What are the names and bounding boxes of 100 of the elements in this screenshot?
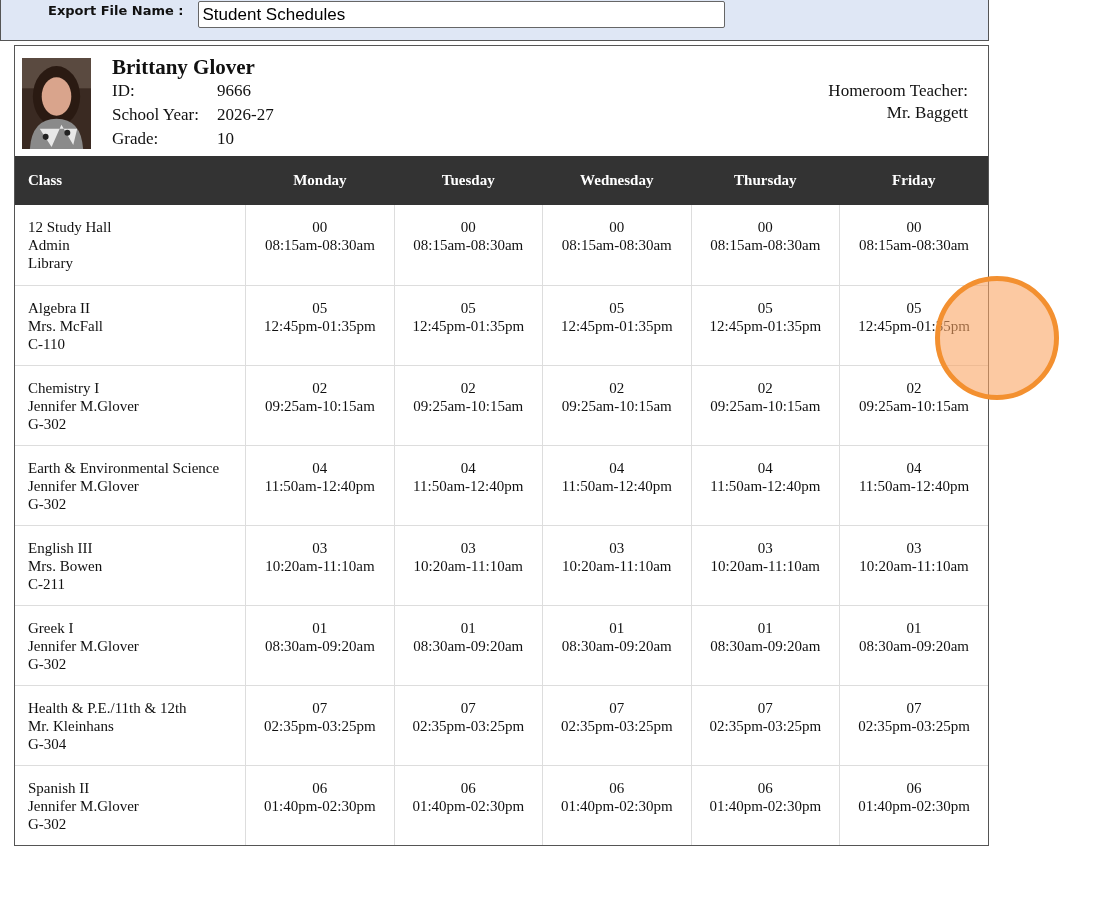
class-info: Algebra II	[28, 298, 92, 317]
period-time: 08:30am-09:20am	[709, 636, 822, 655]
homeroom-teacher: Mr. Baggett	[885, 102, 968, 124]
period-time: 02:35pm-03:25pm	[857, 716, 971, 735]
period-time: 09:25am-10:15am	[412, 396, 525, 415]
class-info: G-302	[28, 654, 68, 673]
period-number: 00	[608, 218, 626, 236]
period-number: 06	[459, 778, 477, 797]
period-time: 12:45pm-01:35pm	[708, 316, 823, 335]
period-number: 02	[905, 378, 923, 397]
export-file-name-field[interactable]: Student Schedules	[197, 1, 725, 28]
period-time: 09:25am-10:15am	[263, 396, 376, 415]
period-number: 03	[311, 538, 329, 557]
period-time: 01:40pm-02:30pm	[559, 796, 674, 815]
class-info: Mrs. Bowen	[28, 556, 104, 575]
period-number: 06	[608, 778, 626, 797]
period-number: 07	[608, 698, 626, 717]
column-header: Friday	[839, 156, 988, 205]
period-number: 07	[459, 698, 477, 717]
period-number: 04	[608, 458, 626, 477]
period-number: 06	[905, 778, 923, 797]
column-header: Wednesday	[542, 156, 692, 205]
period-time: 01:40pm-02:30pm	[411, 796, 526, 815]
column-header: Monday	[245, 156, 395, 205]
period-time: 08:15am-08:30am	[709, 236, 822, 254]
period-time: 01:40pm-02:30pm	[263, 796, 377, 815]
period-time: 08:15am-08:30am	[560, 236, 673, 254]
class-info: Mr. Kleinhans	[28, 716, 115, 735]
column-header: Thursday	[691, 156, 840, 205]
period-time: 09:25am-10:15am	[560, 396, 673, 415]
period-number: 05	[756, 298, 774, 317]
class-info: Library	[28, 254, 74, 272]
column-header: Class	[15, 156, 246, 205]
period-time: 02:35pm-03:25pm	[708, 716, 823, 735]
class-info: C-110	[28, 334, 66, 353]
period-number: 04	[756, 458, 774, 477]
period-time: 09:25am-10:15am	[709, 396, 822, 415]
period-time: 11:50am-12:40pm	[412, 476, 525, 495]
period-number: 05	[608, 298, 626, 317]
class-info: 12 Study Hall	[28, 218, 113, 236]
class-info: Chemistry I	[28, 378, 101, 397]
class-info: Mrs. McFall	[28, 316, 104, 335]
period-time: 02:35pm-03:25pm	[411, 716, 526, 735]
period-time: 08:30am-09:20am	[858, 636, 970, 655]
export-label: Export File Name :	[48, 2, 184, 18]
period-number: 03	[905, 538, 923, 557]
period-time: 08:15am-08:30am	[412, 236, 525, 254]
period-time: 08:30am-09:20am	[560, 636, 673, 655]
period-number: 05	[459, 298, 477, 317]
period-time: 08:15am-08:30am	[858, 236, 970, 254]
class-info: Jennifer M.Glover	[28, 476, 140, 495]
period-number: 00	[459, 218, 477, 236]
period-time: 08:15am-08:30am	[263, 236, 376, 254]
period-number: 00	[905, 218, 923, 236]
field-value: 9666	[217, 80, 251, 102]
period-number: 01	[608, 618, 626, 637]
period-time: 10:20am-11:10am	[709, 556, 822, 575]
period-time: 12:45pm-01:35pm	[411, 316, 526, 335]
class-info: G-302	[28, 414, 68, 433]
class-info: Earth & Environmental Science	[28, 458, 221, 477]
period-number: 02	[756, 378, 774, 397]
class-info: Jennifer M.Glover	[28, 636, 140, 655]
period-number: 04	[905, 458, 923, 477]
period-number: 04	[459, 458, 477, 477]
period-time: 10:20am-11:10am	[412, 556, 524, 575]
period-time: 10:20am-11:10am	[561, 556, 673, 575]
period-time: 08:30am-09:20am	[263, 636, 376, 655]
period-time: 12:45pm-01:35pm	[559, 316, 674, 335]
period-time: 01:40pm-02:30pm	[857, 796, 971, 815]
period-time: 10:20am-11:10am	[858, 556, 970, 575]
class-info: Admin	[28, 236, 71, 254]
period-time: 02:35pm-03:25pm	[559, 716, 674, 735]
period-number: 01	[459, 618, 477, 637]
class-info: Health & P.E./11th & 12th	[28, 698, 188, 717]
field-value: 10	[217, 128, 234, 150]
field-label: School Year:	[112, 104, 200, 126]
field-label: ID:	[112, 80, 136, 102]
period-time: 11:50am-12:40pm	[560, 476, 673, 495]
period-time: 09:25am-10:15am	[858, 396, 970, 415]
period-number: 03	[459, 538, 477, 557]
class-info: Spanish II	[28, 778, 91, 797]
period-number: 01	[905, 618, 923, 637]
field-value: 2026-27	[217, 104, 274, 126]
class-info: G-304	[28, 734, 68, 753]
period-number: 05	[311, 298, 329, 317]
period-time: 11:50am-12:40pm	[857, 476, 971, 495]
period-time: 11:50am-12:40pm	[709, 476, 822, 495]
period-number: 04	[311, 458, 329, 477]
period-number: 02	[608, 378, 626, 397]
period-number: 05	[905, 298, 923, 317]
period-time: 01:40pm-02:30pm	[708, 796, 823, 815]
class-info: G-302	[28, 494, 68, 513]
period-time: 10:20am-11:10am	[264, 556, 376, 575]
period-time: 02:35pm-03:25pm	[263, 716, 377, 735]
period-number: 07	[905, 698, 923, 717]
period-time: 11:50am-12:40pm	[263, 476, 376, 495]
class-info: English III	[28, 538, 94, 557]
period-number: 00	[311, 218, 329, 236]
period-time: 08:30am-09:20am	[412, 636, 525, 655]
period-number: 06	[756, 778, 774, 797]
